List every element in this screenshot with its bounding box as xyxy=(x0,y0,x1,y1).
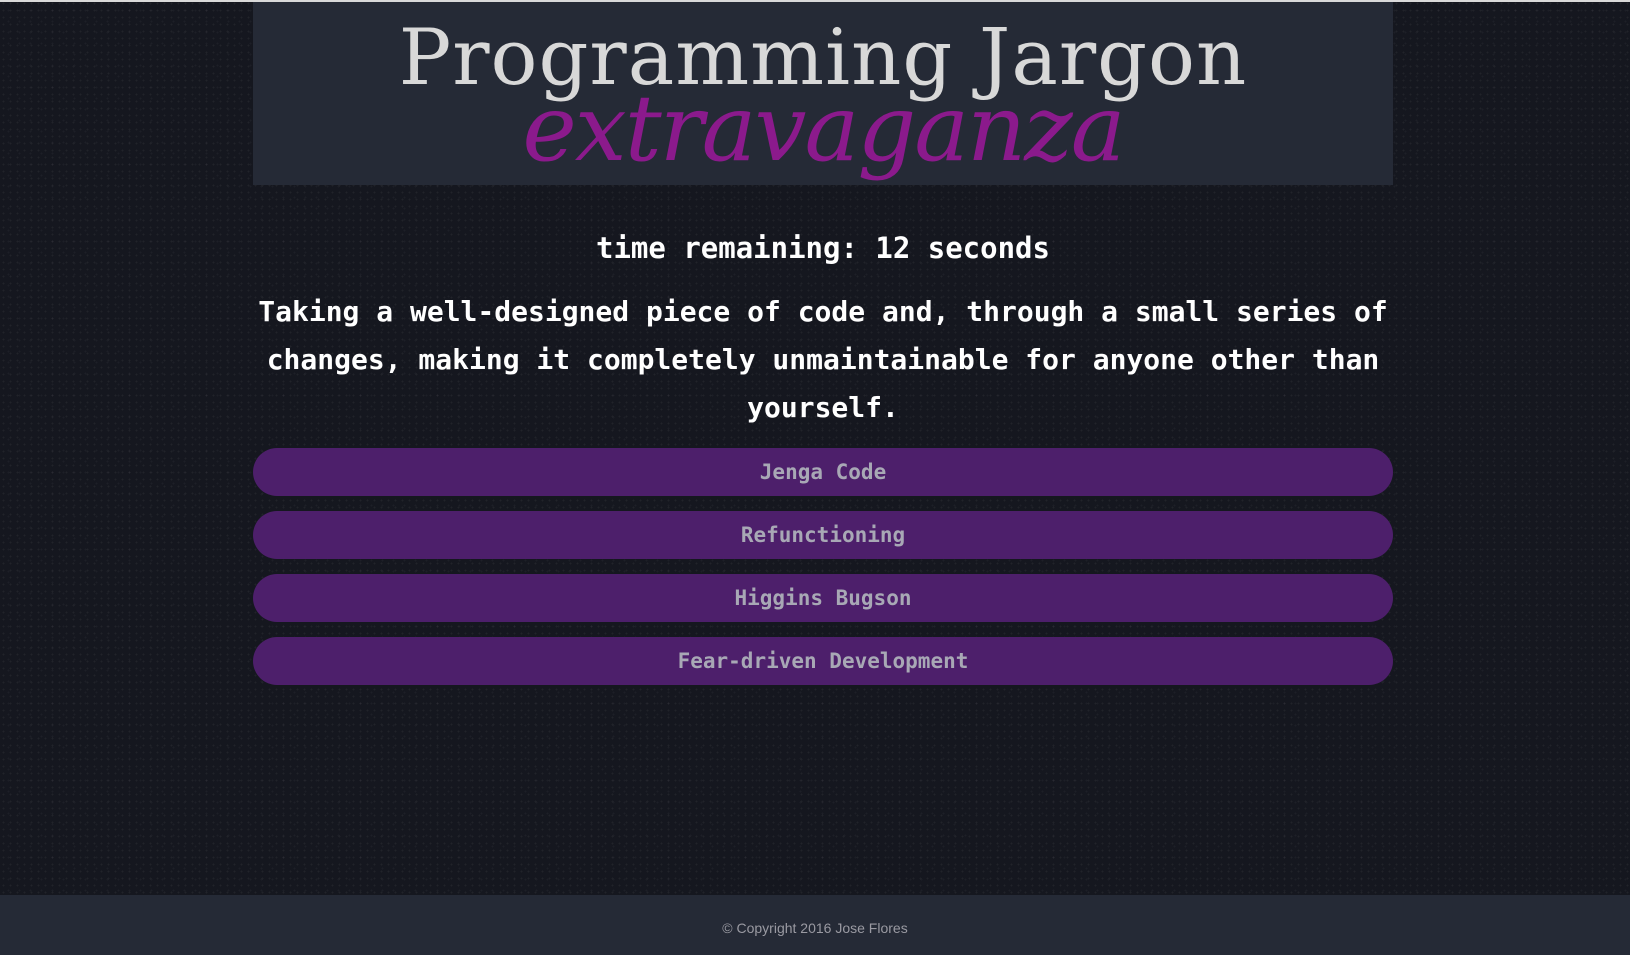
page-subtitle: extravaganza xyxy=(522,75,1125,182)
site-header: Programming Jargon extravaganza xyxy=(253,2,1393,185)
answer-button-3[interactable]: Higgins Bugson xyxy=(253,574,1393,622)
question-text: Taking a well-designed piece of code and… xyxy=(258,295,1388,424)
site-footer: © Copyright 2016 Jose Flores xyxy=(0,895,1630,955)
answer-button-1[interactable]: Jenga Code xyxy=(253,448,1393,496)
answer-button-4[interactable]: Fear-driven Development xyxy=(253,637,1393,685)
copyright-text: © Copyright 2016 Jose Flores xyxy=(722,920,908,936)
time-remaining: time remaining: 12 seconds xyxy=(596,231,1050,265)
answer-list: Jenga Code Refunctioning Higgins Bugson … xyxy=(253,448,1393,700)
answer-button-2[interactable]: Refunctioning xyxy=(253,511,1393,559)
